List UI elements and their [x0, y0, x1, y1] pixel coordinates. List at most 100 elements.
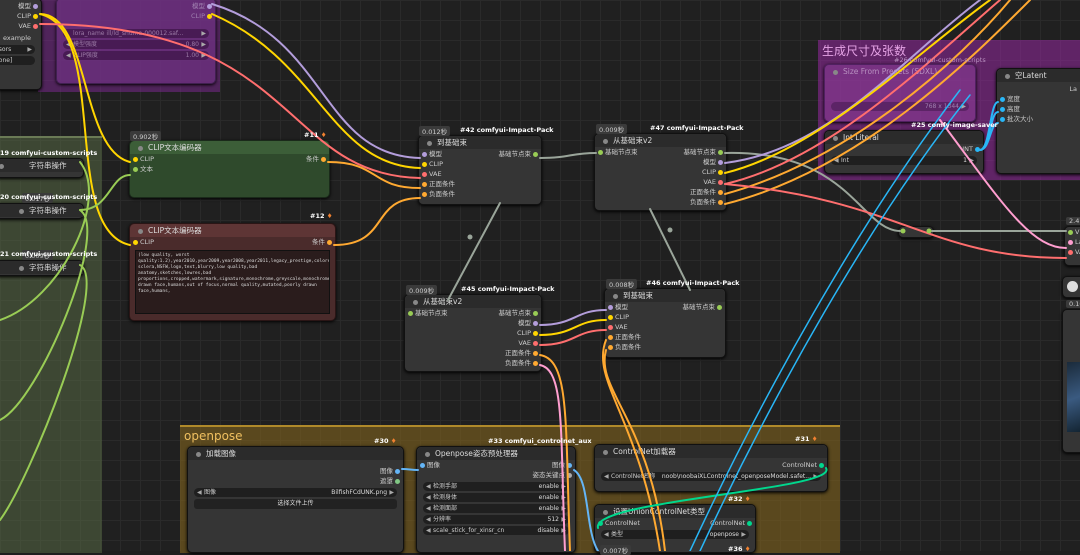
socket[interactable]: [608, 324, 613, 330]
output-int[interactable]: INT: [825, 144, 983, 154]
socket[interactable]: [420, 462, 425, 468]
openpose-header[interactable]: Openpose姿态预处理器: [417, 447, 575, 460]
socket[interactable]: [718, 159, 723, 165]
socket[interactable]: [327, 239, 332, 245]
socket[interactable]: [33, 3, 38, 9]
output-positive[interactable]: 正面条件: [405, 348, 541, 358]
collapse-dot-icon[interactable]: [833, 69, 838, 75]
socket[interactable]: [133, 239, 138, 245]
socket[interactable]: [608, 304, 613, 310]
node46-to-basic-pipe[interactable]: 到基础束 模型 基础节点束 CLIP VAE 正面条件 负面条件: [604, 288, 726, 358]
collapse-dot-icon[interactable]: [138, 228, 143, 234]
node47-from-basic-pipe[interactable]: 从基础束v2 基础节点束 基础节点束 模型 CLIP VAE 正面条件 负面条件: [594, 133, 727, 211]
socket[interactable]: [567, 462, 572, 468]
load-image-node[interactable]: 加载图像 图像 遮罩 ◀ 图像 BilfishFCdUNK.png ▶ 选择文件上传: [187, 446, 404, 553]
node42-to-basic-pipe[interactable]: 到基础束 模型 基础节点束 CLIP VAE 正面条件 负面条件: [418, 135, 542, 205]
output-negative[interactable]: 负面条件: [405, 358, 541, 368]
node21[interactable]: 字符串操作: [0, 260, 84, 276]
socket[interactable]: [321, 156, 326, 162]
load-image-header[interactable]: 加载图像: [188, 447, 403, 460]
socket[interactable]: [608, 334, 613, 340]
detect-body-widget[interactable]: ◀ 检测身体 enable ▶: [423, 493, 569, 502]
input-height[interactable]: 高度: [997, 104, 1080, 114]
clip-text-encoder-2[interactable]: CLIP文本编码器 CLIP 条件 (low quality, worst qua…: [129, 223, 336, 321]
input-image[interactable]: 图像 图像: [417, 460, 575, 470]
output-vae[interactable]: VAE: [0, 21, 41, 31]
input-model[interactable]: 模型 基础节点束: [419, 149, 541, 159]
collapse-dot-icon[interactable]: [833, 135, 838, 141]
socket[interactable]: [395, 468, 400, 474]
socket[interactable]: [33, 23, 38, 29]
strength-model-widget[interactable]: ◀ 模型强度 0.80 ▶: [63, 40, 209, 49]
input-text[interactable]: 文本: [130, 164, 329, 174]
input-vae[interactable]: VAE: [419, 169, 541, 179]
socket[interactable]: [1068, 249, 1073, 255]
scale-stick-widget[interactable]: ◀ scale_stick_for_xinsr_cn disable ▶: [423, 526, 569, 535]
output-image[interactable]: 图像: [188, 466, 403, 476]
collapse-dot-icon[interactable]: [603, 509, 608, 515]
output-vae[interactable]: VAE: [405, 338, 541, 348]
input-negative[interactable]: 负面条件: [419, 189, 541, 199]
node19[interactable]: 字符串操作: [0, 158, 84, 178]
node45-from-basic-pipe[interactable]: 从基础束v2 基础节点束 基础节点束 模型 CLIP VAE 正面条件 负面条件: [404, 294, 542, 372]
socket[interactable]: [975, 146, 980, 152]
node20[interactable]: 字符串操作: [0, 203, 84, 219]
output-vae[interactable]: VAE: [595, 177, 726, 187]
collapse-dot-icon[interactable]: [427, 140, 432, 146]
image-select-widget[interactable]: ◀ 图像 BilfishFCdUNK.png ▶: [194, 488, 397, 497]
controlnet-name-widget[interactable]: ◀ ControlNet名称 noob\noobaiXLControlnet_ope…: [601, 472, 821, 481]
size-presets-header[interactable]: Size From Presets (SDXL): [825, 65, 975, 78]
none-widget[interactable]: none]: [0, 56, 35, 65]
output-mask[interactable]: 遮罩: [188, 476, 403, 486]
socket[interactable]: [718, 189, 723, 195]
socket[interactable]: [207, 3, 212, 9]
socket[interactable]: [718, 149, 723, 155]
controlnet-io[interactable]: ControlNet ControlNet: [595, 518, 755, 528]
output-positive[interactable]: 正面条件: [595, 187, 726, 197]
output-clip[interactable]: CLIP: [405, 328, 541, 338]
socket[interactable]: [33, 13, 38, 19]
union-controlnet-header[interactable]: 设置UnionControlNet类型: [595, 505, 755, 518]
socket[interactable]: [819, 462, 824, 468]
right-row-1[interactable]: V: [1065, 227, 1080, 237]
input-clip[interactable]: CLIP: [419, 159, 541, 169]
pipe-row[interactable]: 基础节点束 基础节点束: [595, 147, 726, 157]
input-width[interactable]: 宽度: [997, 94, 1080, 104]
openpose-preprocessor-node[interactable]: Openpose姿态预处理器 图像 图像 姿态关键点 ◀ 检测手部 enable ▶ ◀…: [416, 446, 576, 553]
socket[interactable]: [608, 314, 613, 320]
output-controlnet[interactable]: ControlNet: [595, 460, 827, 470]
sensors-widget[interactable]: nsors▶: [0, 45, 35, 54]
socket[interactable]: [422, 151, 427, 157]
socket[interactable]: [1068, 229, 1073, 235]
int-literal-node[interactable]: Int Literal INT ◀ Int 1 ▶: [824, 130, 984, 174]
socket[interactable]: [133, 156, 138, 162]
lora-name-widget[interactable]: lora_name ill/ld_shuma-000012.saf... ▶: [63, 29, 209, 38]
output-clip[interactable]: CLIP: [595, 167, 726, 177]
output-model[interactable]: 模型: [405, 318, 541, 328]
clip-text-2-header[interactable]: CLIP文本编码器: [130, 224, 335, 237]
output-clip[interactable]: CLIP: [0, 11, 41, 21]
output-negative[interactable]: 负面条件: [595, 197, 726, 207]
socket[interactable]: [533, 360, 538, 366]
input-batch[interactable]: 批次大小: [997, 114, 1080, 124]
socket[interactable]: [608, 344, 613, 350]
socket[interactable]: [207, 13, 212, 19]
socket[interactable]: [598, 520, 603, 526]
negative-prompt-text[interactable]: (low quality, worst quality:1.2),year201…: [135, 250, 330, 314]
controlnet-loader-header[interactable]: ControlNet加载器: [595, 445, 827, 458]
top-left-loader-node[interactable]: 模型 CLIP VAE example nsors▶ none]: [0, 0, 42, 90]
node47-header[interactable]: 从基础束v2: [595, 134, 726, 147]
right-preview-node[interactable]: [1062, 309, 1080, 453]
node19-header[interactable]: 字符串操作: [0, 159, 83, 172]
right-partial-node[interactable]: V La VA: [1064, 226, 1080, 266]
size-preset-widget[interactable]: 768 x 1344 ▶: [831, 102, 969, 111]
collapse-dot-icon[interactable]: [19, 208, 24, 214]
socket[interactable]: [408, 310, 413, 316]
socket[interactable]: [717, 304, 722, 310]
socket[interactable]: [533, 350, 538, 356]
socket[interactable]: [533, 330, 538, 336]
collapse-dot-icon[interactable]: [613, 293, 618, 299]
socket[interactable]: [533, 310, 538, 316]
output-clip[interactable]: CLIP: [57, 11, 215, 21]
size-presets-node[interactable]: Size From Presets (SDXL) 768 x 1344 ▶: [824, 64, 976, 122]
